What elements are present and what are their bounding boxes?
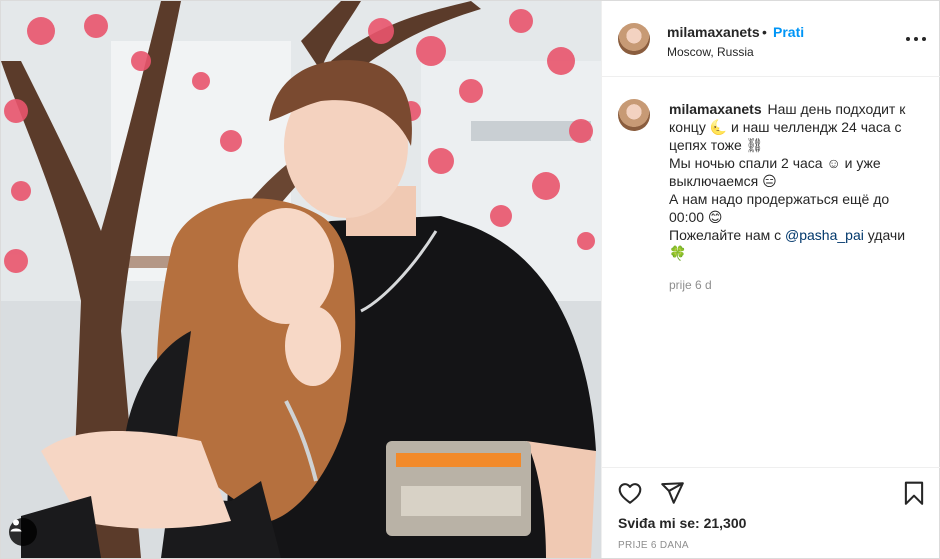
caption-timestamp[interactable]: prije 6 d bbox=[669, 278, 712, 292]
bookmark-icon[interactable] bbox=[901, 480, 927, 506]
location-link[interactable]: Moscow, Russia bbox=[667, 45, 754, 59]
post-date[interactable]: PRIJE 6 DANA bbox=[618, 540, 689, 551]
author-username[interactable]: milamaxanets bbox=[667, 24, 760, 40]
caption-line-5: выключаемся 😑 bbox=[669, 173, 777, 189]
instagram-post: milamaxanets • Prati Moscow, Russia mila… bbox=[0, 0, 940, 559]
caption-line-7: 00:00 😊 bbox=[669, 209, 723, 225]
avatar[interactable] bbox=[618, 23, 650, 55]
caption-line-8-end: удачи bbox=[863, 227, 906, 243]
caption-line-3: цепях тоже ⛓ bbox=[669, 137, 764, 153]
follow-button[interactable]: Prati bbox=[773, 24, 804, 40]
paper-plane-icon[interactable] bbox=[659, 480, 685, 506]
caption-line-1: Наш день подходит к bbox=[767, 101, 906, 117]
comments-section: milamaxanets Наш день подходит к концу 🌜… bbox=[602, 77, 940, 467]
likes-count[interactable]: Sviđa mi se: 21,300 bbox=[618, 515, 746, 531]
more-horizontal-icon[interactable] bbox=[906, 31, 926, 47]
caption-avatar[interactable] bbox=[618, 99, 650, 131]
heart-icon[interactable] bbox=[617, 480, 643, 506]
post-actions: Sviđa mi se: 21,300 PRIJE 6 DANA bbox=[602, 467, 940, 558]
person-icon[interactable] bbox=[9, 518, 37, 546]
photo-illustration bbox=[1, 1, 601, 558]
caption-username[interactable]: milamaxanets bbox=[669, 101, 762, 117]
post-photo[interactable] bbox=[1, 1, 601, 558]
post-side-panel: milamaxanets • Prati Moscow, Russia mila… bbox=[601, 1, 940, 558]
caption-line-2: концу 🌜 и наш челлендж 24 часа с bbox=[669, 119, 902, 135]
caption-line-6: А нам надо продержаться ещё до bbox=[669, 191, 890, 207]
post-header: milamaxanets • Prati Moscow, Russia bbox=[602, 1, 940, 77]
separator-dot: • bbox=[762, 24, 767, 40]
caption-line-4: Мы ночью спали 2 часа ☺ и уже bbox=[669, 155, 881, 171]
caption-line-8: Пожелайте нам с bbox=[669, 227, 786, 243]
caption-line-9: 🍀 bbox=[669, 245, 687, 261]
mention-link[interactable]: @pasha_pai bbox=[785, 227, 864, 243]
post-caption: milamaxanets Наш день подходит к концу 🌜… bbox=[669, 100, 931, 262]
